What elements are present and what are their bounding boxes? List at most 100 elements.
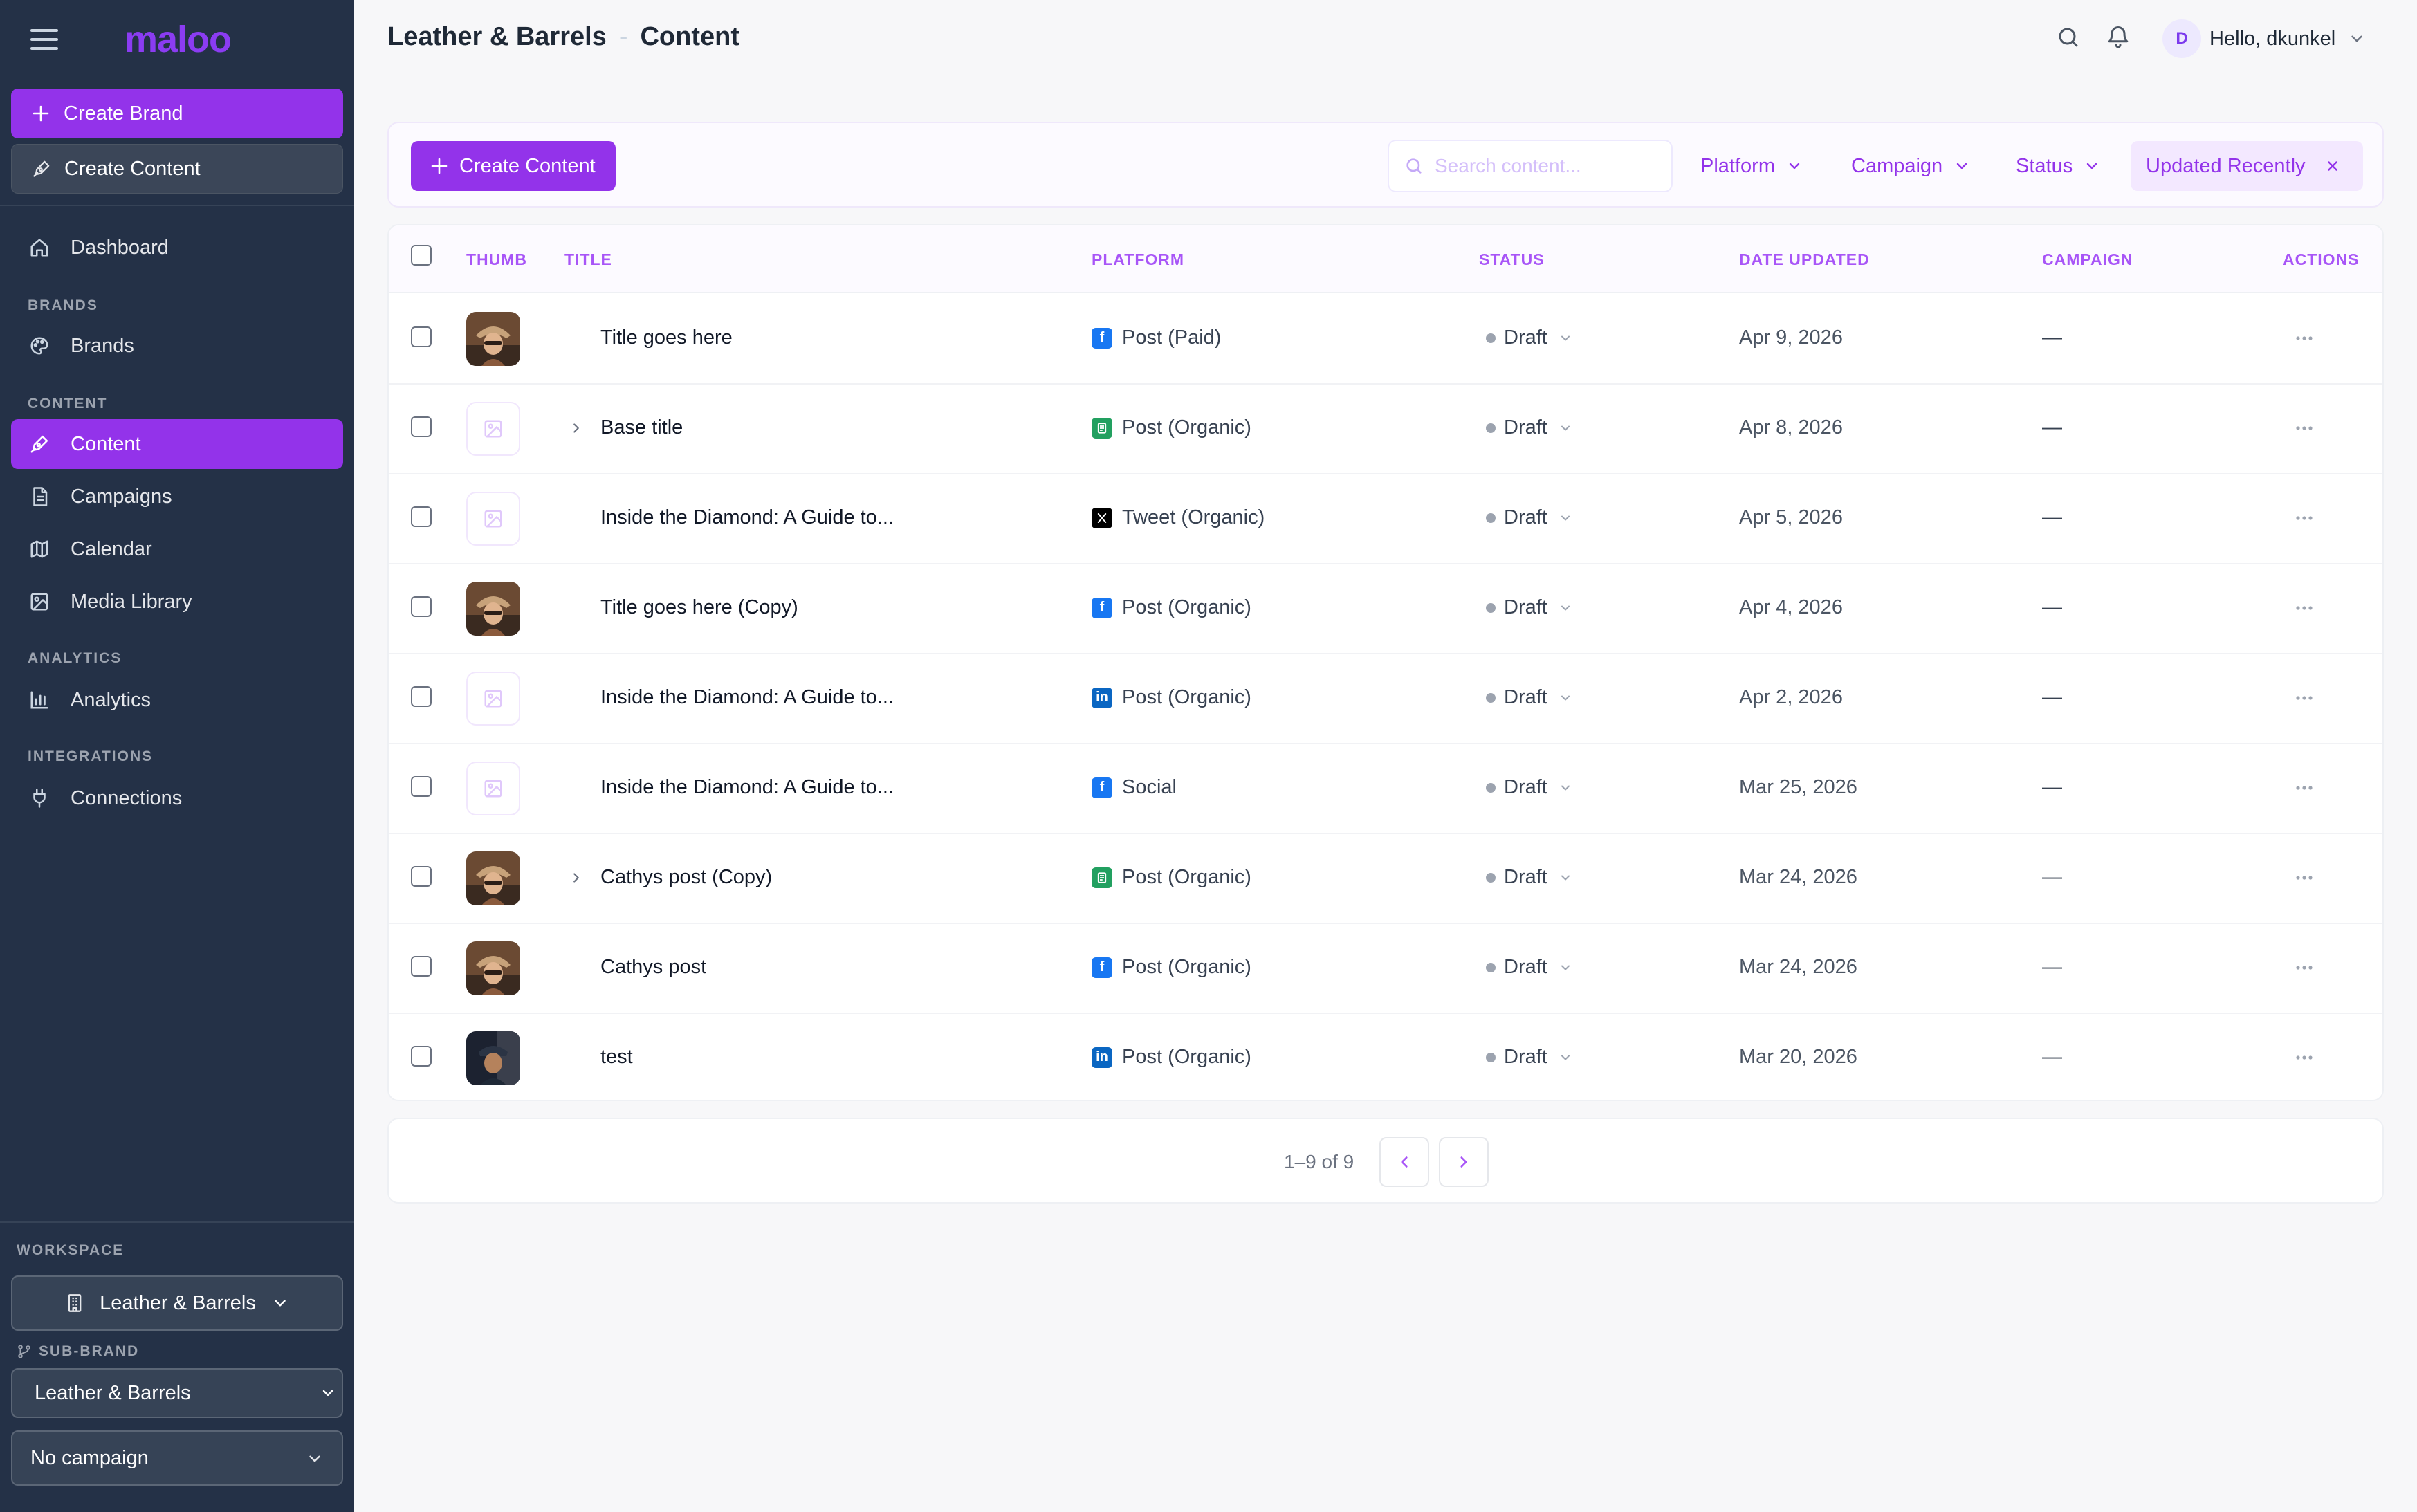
platform-cell: Tweet (Organic) (1092, 506, 1265, 529)
status-dropdown[interactable]: Draft (1486, 596, 1572, 619)
sidebar-item-content[interactable]: Content (11, 419, 343, 469)
more-actions-icon[interactable] (2294, 869, 2315, 887)
status-dropdown[interactable]: Draft (1486, 686, 1572, 709)
row-checkbox[interactable] (411, 326, 432, 347)
row-checkbox[interactable] (411, 596, 432, 617)
status-dropdown[interactable]: Draft (1486, 506, 1572, 529)
create-brand-button[interactable]: Create Brand (11, 89, 343, 138)
more-actions-icon[interactable] (2294, 599, 2315, 617)
row-checkbox[interactable] (411, 506, 432, 527)
search-icon[interactable] (2056, 25, 2081, 53)
bell-icon[interactable] (2106, 24, 2131, 53)
image-placeholder-icon[interactable] (466, 492, 520, 546)
logo[interactable]: maloo (125, 18, 232, 61)
table-row[interactable]: Cathys post f Post (Organic) Draft Mar 24, 2… (389, 924, 2382, 1014)
breadcrumb-brand[interactable]: Leather & Barrels (387, 22, 607, 52)
content-title[interactable]: Inside the Diamond: A Guide to... (600, 686, 894, 709)
menu-icon[interactable] (30, 29, 58, 50)
filter-label: Status (2016, 154, 2073, 177)
chevron-right-icon[interactable] (569, 869, 584, 887)
previous-page-button[interactable] (1379, 1137, 1429, 1187)
content-title[interactable]: Cathys post (Copy) (600, 866, 772, 889)
table-row[interactable]: Cathys post (Copy) Post (Organic) Draft Mar… (389, 834, 2382, 924)
campaign-select[interactable]: No campaign (11, 1430, 343, 1486)
content-title[interactable]: Base title (600, 416, 683, 439)
status-dropdown[interactable]: Draft (1486, 1046, 1572, 1069)
table-row[interactable]: test in Post (Organic) Draft Mar 20, 2026 — (389, 1014, 2382, 1100)
column-header-date[interactable]: DATE UPDATED (1739, 250, 1870, 269)
chevron-down-icon (1559, 1051, 1572, 1064)
more-actions-icon[interactable] (2294, 419, 2315, 437)
status-dropdown[interactable]: Draft (1486, 956, 1572, 979)
more-actions-icon[interactable] (2294, 509, 2315, 527)
row-checkbox[interactable] (411, 866, 432, 887)
row-checkbox[interactable] (411, 776, 432, 797)
sidebar-item-campaigns[interactable]: Campaigns (11, 472, 343, 522)
sidebar-item-brands[interactable]: Brands (11, 321, 343, 371)
sidebar-item-analytics[interactable]: Analytics (11, 675, 343, 725)
updated-recently-filter[interactable]: Updated Recently (2131, 141, 2363, 191)
status-dropdown[interactable]: Draft (1486, 416, 1572, 439)
content-title[interactable]: Cathys post (600, 956, 706, 979)
thumbnail[interactable] (466, 582, 520, 636)
table-row[interactable]: Inside the Diamond: A Guide to... f Social… (389, 744, 2382, 834)
column-header-title[interactable]: TITLE (564, 250, 612, 269)
image-placeholder-icon[interactable] (466, 402, 520, 456)
campaign-filter[interactable]: Campaign (1851, 141, 1970, 191)
subbrand-select[interactable]: Leather & Barrels (11, 1368, 343, 1418)
content-title[interactable]: Title goes here (Copy) (600, 596, 798, 619)
row-checkbox[interactable] (411, 686, 432, 707)
workspace-value: Leather & Barrels (100, 1291, 256, 1314)
row-checkbox[interactable] (411, 956, 432, 977)
thumbnail[interactable] (466, 851, 520, 905)
content-title[interactable]: Inside the Diamond: A Guide to... (600, 506, 894, 529)
table-row[interactable]: Inside the Diamond: A Guide to... Tweet (… (389, 474, 2382, 564)
row-checkbox[interactable] (411, 1046, 432, 1067)
more-actions-icon[interactable] (2294, 779, 2315, 797)
avatar: D (2162, 19, 2201, 58)
status-label: Draft (1504, 416, 1547, 439)
table-row[interactable]: Title goes here (Copy) f Post (Organic) Dra… (389, 564, 2382, 654)
search-input[interactable] (1435, 155, 1663, 177)
table-row[interactable]: Base title Post (Organic) Draft Apr 8, 2026… (389, 385, 2382, 474)
image-placeholder-icon[interactable] (466, 672, 520, 726)
status-dropdown[interactable]: Draft (1486, 776, 1572, 799)
status-dot (1486, 872, 1496, 883)
more-actions-icon[interactable] (2294, 959, 2315, 977)
next-page-button[interactable] (1439, 1137, 1489, 1187)
sidebar-item-calendar[interactable]: Calendar (11, 524, 343, 574)
chevron-down-icon (1559, 421, 1572, 435)
thumbnail[interactable] (466, 941, 520, 995)
status-dropdown[interactable]: Draft (1486, 866, 1572, 889)
more-actions-icon[interactable] (2294, 1049, 2315, 1067)
select-all-checkbox[interactable] (411, 245, 432, 266)
status-dropdown[interactable]: Draft (1486, 326, 1572, 349)
sidebar-item-media-library[interactable]: Media Library (11, 577, 343, 627)
content-title[interactable]: Inside the Diamond: A Guide to... (600, 776, 894, 799)
chevron-right-icon[interactable] (569, 419, 584, 437)
sidebar-item-connections[interactable]: Connections (11, 773, 343, 823)
user-menu[interactable]: D Hello, dkunkel (2162, 19, 2366, 58)
thumbnail[interactable] (466, 312, 520, 366)
document-icon (1092, 867, 1112, 888)
column-header-platform[interactable]: PLATFORM (1092, 250, 1184, 269)
create-content-button[interactable]: Create Content (411, 141, 616, 191)
column-header-status[interactable]: STATUS (1479, 250, 1545, 269)
content-title[interactable]: test (600, 1046, 633, 1069)
workspace-select[interactable]: Leather & Barrels (11, 1275, 343, 1331)
status-filter[interactable]: Status (2016, 141, 2100, 191)
facebook-icon: f (1092, 957, 1112, 978)
more-actions-icon[interactable] (2294, 689, 2315, 707)
table-row[interactable]: Inside the Diamond: A Guide to... in Post … (389, 654, 2382, 744)
image-placeholder-icon[interactable] (466, 762, 520, 815)
sidebar-item-dashboard[interactable]: Dashboard (11, 223, 343, 273)
close-icon[interactable] (2325, 158, 2340, 174)
more-actions-icon[interactable] (2294, 329, 2315, 347)
create-content-button[interactable]: Create Content (11, 144, 343, 194)
column-header-campaign[interactable]: CAMPAIGN (2042, 250, 2133, 269)
row-checkbox[interactable] (411, 416, 432, 437)
thumbnail[interactable] (466, 1031, 520, 1085)
content-title[interactable]: Title goes here (600, 326, 733, 349)
table-row[interactable]: Title goes here f Post (Paid) Draft Apr 9, 2… (389, 295, 2382, 385)
platform-filter[interactable]: Platform (1700, 141, 1803, 191)
